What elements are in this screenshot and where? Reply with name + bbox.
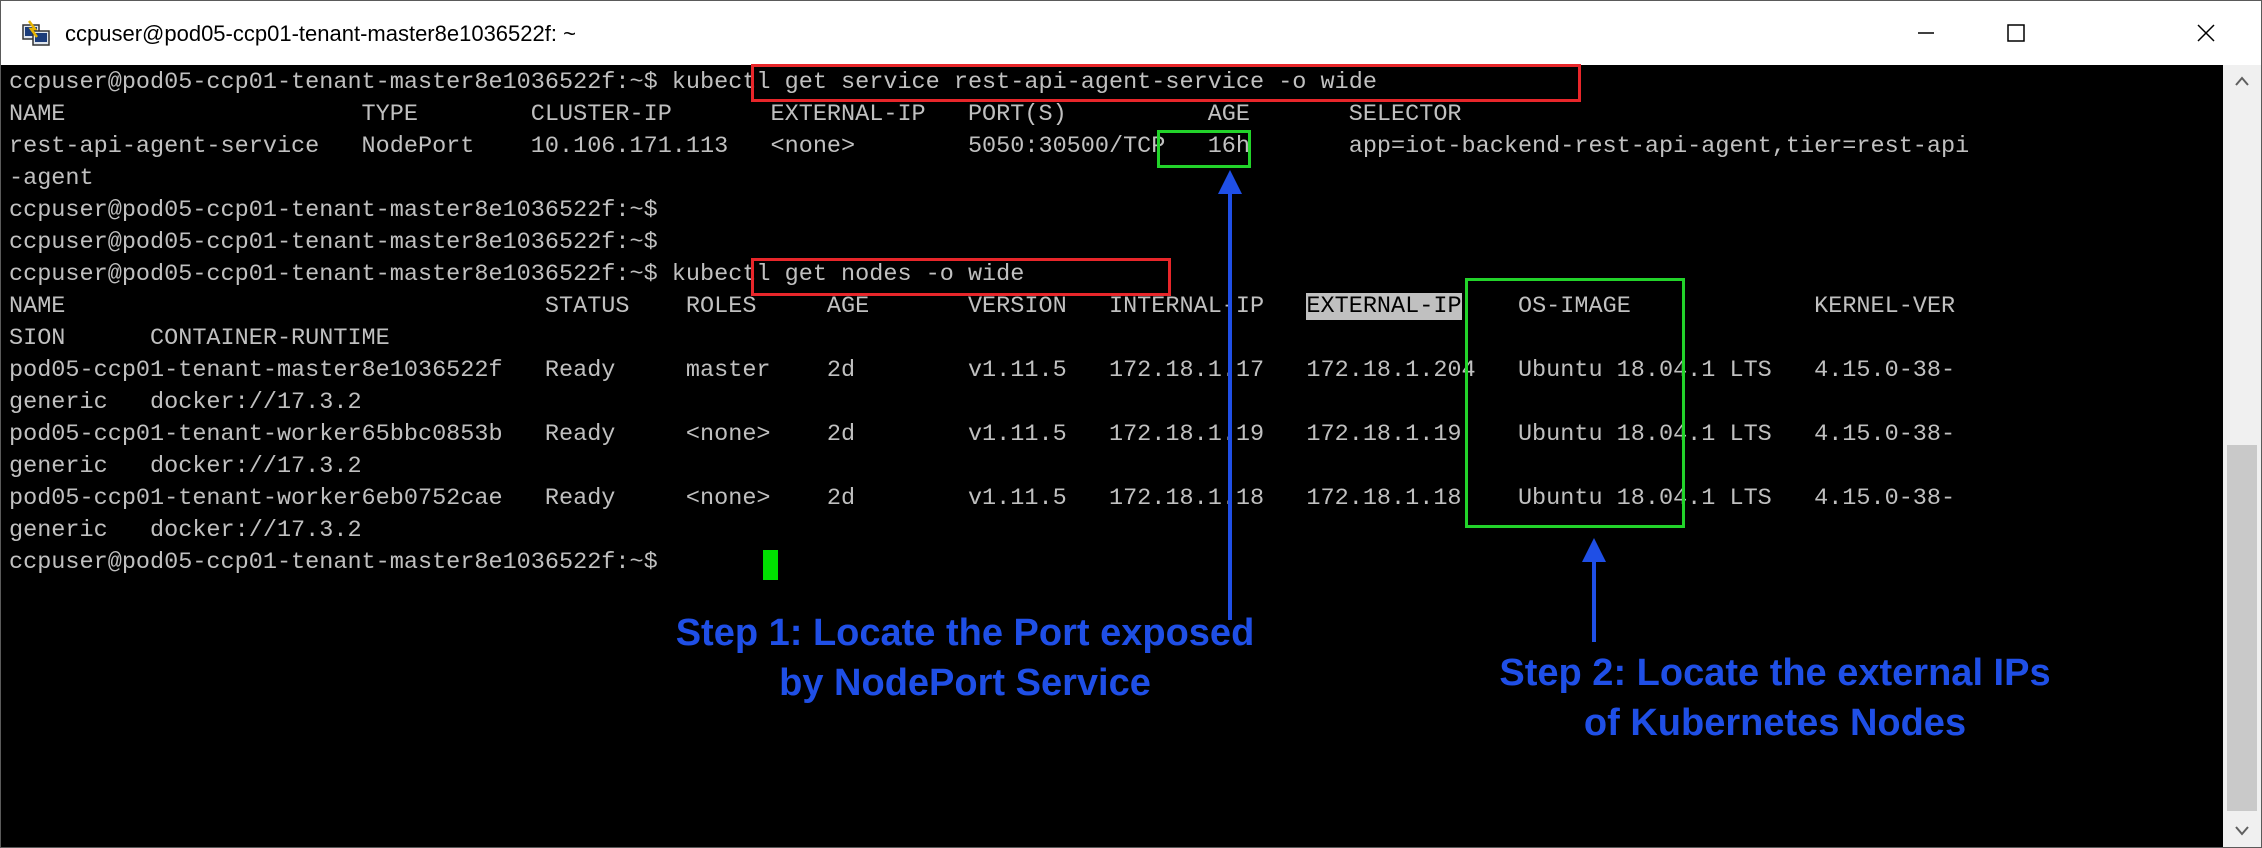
terminal-line: ccpuser@pod05-ccp01-tenant-master8e10365… — [9, 229, 658, 256]
window-title: ccpuser@pod05-ccp01-tenant-master8e10365… — [65, 21, 576, 46]
step1-arrow-icon — [1218, 170, 1242, 620]
step1-line1: Step 1: Locate the Port exposed — [675, 612, 1255, 654]
close-button[interactable] — [2161, 1, 2251, 65]
step2-arrow-icon — [1582, 538, 1606, 642]
terminal-line: generic docker://17.3.2 — [9, 517, 362, 544]
title-bar[interactable]: ccpuser@pod05-ccp01-tenant-master8e10365… — [1, 1, 2261, 65]
step2-line1: Step 2: Locate the external IPs — [1499, 652, 2051, 694]
step2-annotation: Step 2: Locate the external IPs of Kuber… — [1410, 648, 2140, 748]
step2-line2: of Kubernetes Nodes — [1583, 702, 1967, 744]
putty-icon[interactable] — [21, 19, 51, 49]
terminal-line: SION CONTAINER-RUNTIME — [9, 325, 390, 352]
scroll-down-button[interactable] — [2223, 815, 2261, 847]
terminal-prompt: ccpuser@pod05-ccp01-tenant-master8e10365… — [9, 549, 672, 576]
terminal-line: NAME TYPE CLUSTER-IP EXTERNAL-IP PORT(S)… — [9, 101, 1462, 128]
terminal-line: generic docker://17.3.2 — [9, 453, 362, 480]
chevron-up-icon — [2235, 76, 2249, 86]
service-command-highlight-box — [751, 64, 1581, 102]
step1-line2: by NodePort Service — [779, 662, 1151, 704]
external-ip-highlight-box — [1465, 278, 1685, 528]
scroll-up-button[interactable] — [2223, 65, 2261, 97]
terminal-cursor — [763, 550, 778, 580]
nodeport-highlight-box — [1157, 130, 1251, 168]
terminal-line: generic docker://17.3.2 — [9, 389, 362, 416]
maximize-button[interactable] — [1971, 1, 2061, 65]
close-icon — [2197, 24, 2215, 42]
chevron-down-icon — [2235, 826, 2249, 836]
minimize-button[interactable] — [1881, 1, 1971, 65]
vertical-scrollbar[interactable] — [2223, 65, 2261, 847]
terminal-line: rest-api-agent-service NodePort 10.106.1… — [9, 133, 1970, 160]
minimize-icon — [1918, 32, 1934, 34]
terminal-line: -agent — [9, 165, 94, 192]
terminal-line: ccpuser@pod05-ccp01-tenant-master8e10365… — [9, 197, 658, 224]
step1-annotation: Step 1: Locate the Port exposed by NodeP… — [600, 608, 1330, 708]
external-ip-header-highlight: EXTERNAL-IP — [1306, 293, 1462, 320]
maximize-icon — [2007, 24, 2025, 42]
nodes-command-highlight-box — [751, 258, 1171, 296]
header-segment: NAME STATUS ROLES AGE VERSION INTERNAL-I… — [9, 293, 1307, 320]
scrollbar-thumb[interactable] — [2227, 445, 2257, 811]
